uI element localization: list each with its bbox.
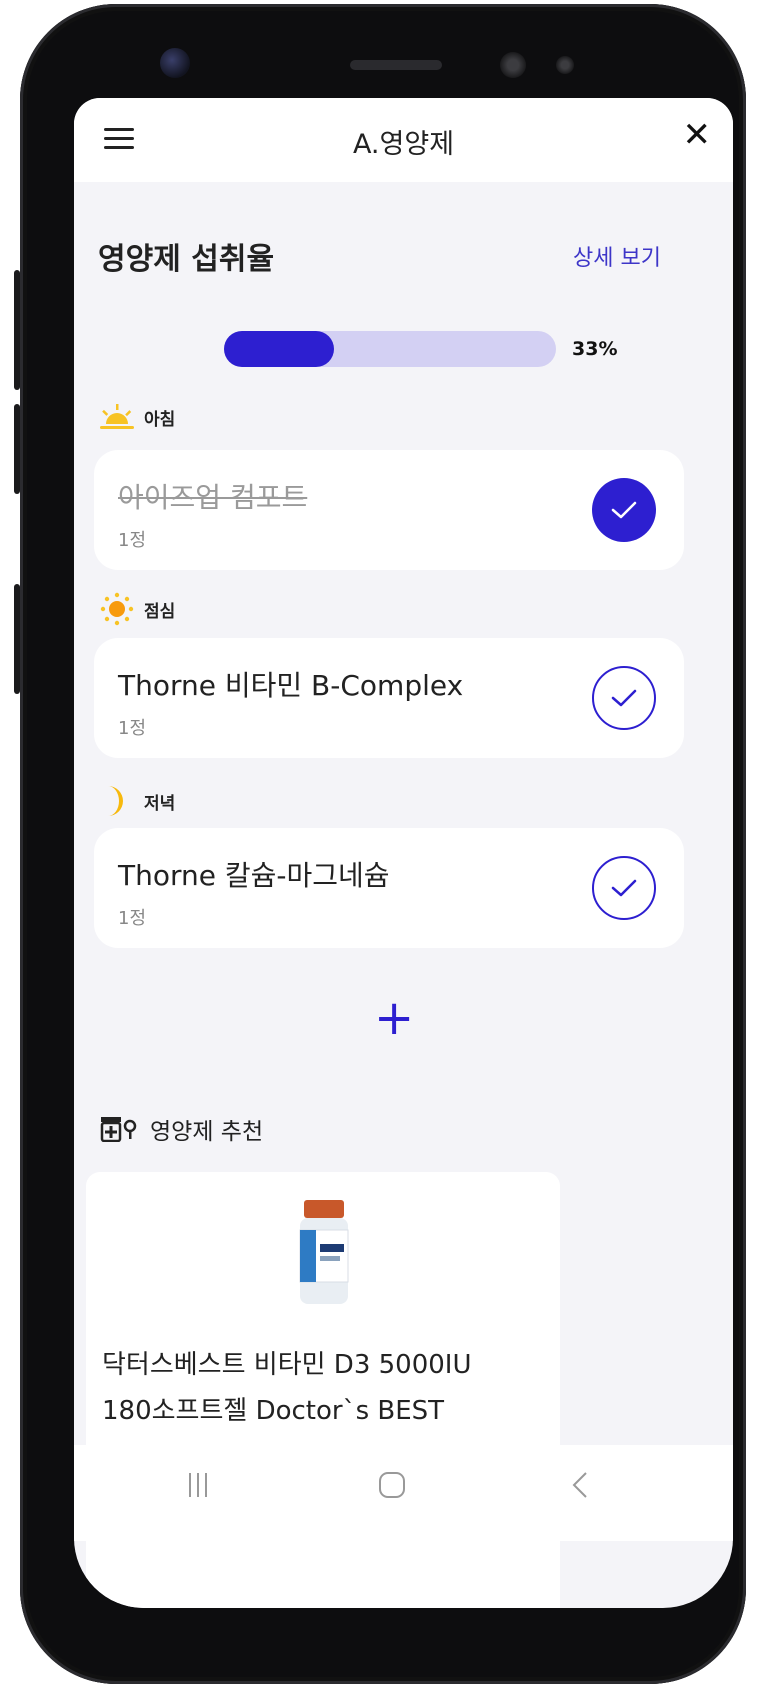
recommendation-title: 영양제 추천 <box>150 1119 264 1145</box>
unchecked-check-icon[interactable] <box>592 666 656 730</box>
back-icon[interactable] <box>570 1471 590 1499</box>
home-icon[interactable] <box>378 1471 406 1499</box>
meal-label: 아침 <box>144 409 176 430</box>
meal-header-lunch: 점심 <box>100 592 175 626</box>
checked-check-icon[interactable] <box>592 478 656 542</box>
unchecked-check-icon[interactable] <box>592 856 656 920</box>
app-screen: A.영양제 ✕ 영양제 섭취율 상세 보기 33% 아침 아이즈업 컴포트 1정 <box>74 98 733 1608</box>
volume-up-button <box>14 270 20 390</box>
supplement-card-morning[interactable]: 아이즈업 컴포트 1정 <box>94 450 684 570</box>
meal-label: 점심 <box>144 601 176 622</box>
recommended-product-card[interactable]: 닥터스베스트 비타민 D3 5000IU 180소프트젤 Doctor`s BE… <box>86 1172 560 1608</box>
progress-percent: 33% <box>572 338 618 360</box>
section-title: 영양제 섭취율 <box>98 242 275 277</box>
system-navigation-bar <box>74 1445 733 1541</box>
moon-icon <box>108 786 123 816</box>
earpiece-speaker <box>350 60 442 70</box>
supplement-card-dinner[interactable]: Thorne 칼슘-마그네슘 1정 <box>94 828 684 948</box>
page-title: A.영양제 <box>352 129 455 160</box>
supplement-name: Thorne 칼슘-마그네슘 <box>118 859 390 892</box>
close-icon[interactable]: ✕ <box>683 118 712 152</box>
pill-bottle-icon <box>100 1117 137 1142</box>
bixby-button <box>14 584 20 694</box>
intake-progress-bar <box>224 331 556 367</box>
product-image <box>299 1200 349 1304</box>
recent-apps-icon[interactable] <box>186 1471 210 1499</box>
supplement-card-lunch[interactable]: Thorne 비타민 B-Complex 1정 <box>94 638 684 758</box>
add-supplement-button[interactable]: + <box>374 994 414 1042</box>
meal-header-dinner: 저녁 <box>100 784 175 818</box>
product-name-line1: 닥터스베스트 비타민 D3 5000IU <box>102 1350 472 1380</box>
phone-frame: A.영양제 ✕ 영양제 섭취율 상세 보기 33% 아침 아이즈업 컴포트 1정 <box>14 4 746 1684</box>
meal-label: 저녁 <box>144 793 176 814</box>
product-name-line2: 180소프트젤 Doctor`s BEST <box>102 1396 445 1426</box>
sensor-dot <box>556 56 574 74</box>
sensor-dot <box>500 52 526 78</box>
supplement-quantity: 1정 <box>118 908 147 929</box>
product-name: 닥터스베스트 비타민 D3 5000IU 180소프트젤 Doctor`s BE… <box>102 1342 552 1434</box>
top-app-bar: A.영양제 ✕ <box>74 98 733 182</box>
supplement-name: Thorne 비타민 B-Complex <box>118 669 464 702</box>
detail-link[interactable]: 상세 보기 <box>573 240 661 272</box>
recommendation-header: 영양제 추천 <box>100 1112 263 1146</box>
sun-icon <box>100 592 134 626</box>
front-camera <box>160 48 190 78</box>
supplement-quantity: 1정 <box>118 718 147 739</box>
sunrise-icon <box>100 404 134 429</box>
supplement-quantity: 1정 <box>118 530 147 551</box>
supplement-name: 아이즈업 컴포트 <box>118 481 308 514</box>
meal-header-morning: 아침 <box>100 404 175 430</box>
volume-down-button <box>14 404 20 494</box>
progress-fill <box>224 331 334 367</box>
